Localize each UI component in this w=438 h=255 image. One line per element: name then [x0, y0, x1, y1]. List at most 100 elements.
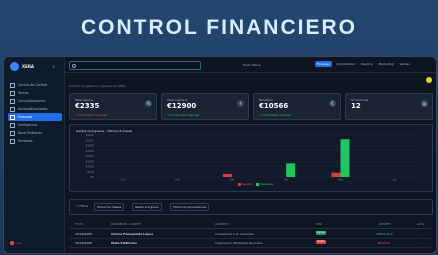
card-trend: ↑ Incremento mensual	[75, 113, 108, 117]
app-window: XERA × Centro de Control Tareas Comunica…	[3, 56, 437, 254]
nav-contabilidad[interactable]: Contabilidad	[334, 61, 357, 67]
headline: CONTROL FINANCIERO	[81, 16, 357, 39]
search-box	[69, 61, 201, 70]
y-tick-label: €1500	[86, 159, 95, 163]
card-value: 12	[351, 102, 361, 110]
filter-provider-select[interactable]: Todos los proveedores	[170, 203, 210, 211]
robot-icon	[10, 138, 15, 144]
filter-month-select[interactable]: Todos los meses	[94, 203, 125, 211]
col-fecha: FECHA	[75, 223, 84, 226]
filter-type-select[interactable]: Gasto e Ingreso	[132, 203, 162, 211]
sidebar-item-miniones[interactable]: Miniones	[8, 137, 62, 145]
invoice-icon: ▤	[421, 100, 428, 107]
promo-frame: CONTROL FINANCIERO XERA × Centro de Cont…	[0, 0, 438, 255]
card-total-gastos: Total Gastos €2335 ↑ Incremento mensual …	[69, 93, 157, 120]
x-tick-label: Ene	[121, 178, 126, 182]
card-value: €2335	[75, 102, 100, 110]
cell-concept: Consultoría e IA completa	[215, 232, 254, 236]
sidebar-item-inteligencia[interactable]: Inteligencia	[8, 121, 62, 129]
col-proveedor: PROVEEDOR / CLIENTE	[111, 223, 141, 226]
nav-reporte[interactable]: Reporte	[359, 61, 375, 67]
legend-label: Gastos	[242, 182, 253, 186]
help-icon[interactable]	[426, 77, 432, 83]
y-tick-label: €3500	[86, 138, 95, 142]
transactions-table: FECHA PROVEEDOR / CLIENTE CONCEPTO TIPO …	[69, 220, 431, 253]
y-tick-label: €2000	[86, 154, 95, 158]
type-badge: Gasto	[316, 240, 326, 244]
home-icon	[10, 82, 15, 88]
filter-icon: ▽	[76, 204, 79, 208]
sidebar: XERA × Centro de Control Tareas Comunica…	[4, 57, 65, 253]
card-value: €12900	[167, 102, 197, 110]
bar-gastos-mar[interactable]	[222, 173, 232, 177]
cell-amount: -€0,00 €	[377, 241, 390, 245]
x-tick-label: Abr	[284, 178, 289, 182]
cell-date: 30/05/2025	[75, 232, 93, 236]
sidebar-item-base-sistemas[interactable]: Base Sistemas	[8, 129, 62, 137]
type-badge: Ingreso	[316, 231, 326, 235]
bolt-icon	[10, 106, 15, 112]
live-status[interactable]: Live	[10, 241, 22, 245]
sidebar-item-label: Inteligencia	[18, 123, 38, 127]
close-icon[interactable]: ×	[52, 64, 55, 69]
nav-finanzas[interactable]: Finanzas	[315, 61, 332, 67]
sidebar-item-label: Tareas	[18, 91, 29, 95]
page-subtitle: Control de gastos e ingresos de XERA	[69, 84, 126, 88]
cell-party: Meta Platforms	[111, 241, 137, 245]
database-icon	[10, 130, 15, 136]
sidebar-item-tareas[interactable]: Tareas	[8, 89, 62, 97]
col-importe: IMPORTE	[379, 223, 391, 226]
x-tick-label: Jun	[392, 178, 397, 182]
nav-ventas[interactable]: Ventas	[398, 61, 412, 67]
live-label: Live	[15, 241, 22, 245]
sidebar-item-label: Centro de Control	[18, 83, 48, 87]
card-trend: ↑ Incremento mensual	[259, 113, 292, 117]
chart-legend: Gastos Ingresos	[238, 182, 273, 186]
legend-swatch	[238, 182, 241, 186]
arrow-up-icon: ↑	[237, 100, 244, 107]
more-icon[interactable]: ⋯	[419, 232, 422, 236]
table-row[interactable]: 30/05/2025 Meta Platforms Integración Wh…	[69, 238, 431, 248]
legend-gastos[interactable]: Gastos	[238, 182, 252, 186]
card-beneficio: Beneficio €10566 ↑ Incremento mensual €	[253, 93, 341, 120]
legend-ingresos[interactable]: Ingresos	[256, 182, 273, 186]
topbar: Modo Maria Finanzas Contabilidad Reporte…	[65, 57, 436, 73]
cell-party: Clínica Fisioquinta López	[111, 232, 154, 236]
more-icon[interactable]: ⋯	[419, 241, 422, 245]
bar-ingresos-abr[interactable]	[286, 163, 296, 177]
sidebar-item-finanzas[interactable]: Finanzas	[8, 113, 62, 121]
x-tick-label: Feb	[175, 178, 180, 182]
brain-icon	[10, 122, 15, 128]
cell-concept: Integración WhatsApp Business	[215, 241, 263, 245]
brand-name: XERA	[22, 64, 34, 69]
sidebar-item-label: Automatizaciones	[18, 107, 48, 111]
sidebar-item-label: Finanzas	[18, 115, 33, 119]
sidebar-item-centro-de-control[interactable]: Centro de Control	[8, 81, 62, 89]
user-mode[interactable]: Modo Maria	[243, 63, 260, 67]
brand: XERA	[10, 62, 34, 71]
card-total-ingresos: Total Ingresos €12900 ↑ Incremento mensu…	[161, 93, 249, 120]
col-tipo: TIPO	[316, 223, 322, 226]
cell-date: 30/05/2025	[75, 241, 93, 245]
sidebar-item-automatizaciones[interactable]: Automatizaciones	[8, 105, 62, 113]
chat-icon	[10, 98, 15, 104]
bar-gastos-may[interactable]	[331, 172, 341, 177]
card-num-facturas: Nº Facturas 12 ▤	[345, 93, 433, 120]
nav-marketing[interactable]: Marketing	[377, 61, 396, 67]
card-trend: ↑ Incremento mensual	[167, 113, 200, 117]
search-input[interactable]	[75, 62, 195, 69]
bar-ingresos-may[interactable]	[340, 139, 350, 177]
y-tick-label: €0	[91, 175, 95, 179]
y-tick-label: €3000	[86, 144, 95, 148]
legend-swatch	[256, 182, 260, 186]
card-value: €10566	[259, 102, 289, 110]
y-tick-label: €4000	[86, 133, 95, 137]
wallet-icon	[10, 114, 15, 120]
y-tick-label: €500	[87, 170, 94, 174]
sidebar-item-comunicaciones[interactable]: Comunicaciones	[8, 97, 62, 105]
col-acciones: ACCS	[417, 223, 424, 226]
table-header: FECHA PROVEEDOR / CLIENTE CONCEPTO TIPO …	[69, 222, 431, 229]
y-tick-label: €2500	[86, 149, 95, 153]
live-dot-icon	[10, 241, 14, 245]
cell-amount: +€500,00 €	[375, 232, 393, 236]
